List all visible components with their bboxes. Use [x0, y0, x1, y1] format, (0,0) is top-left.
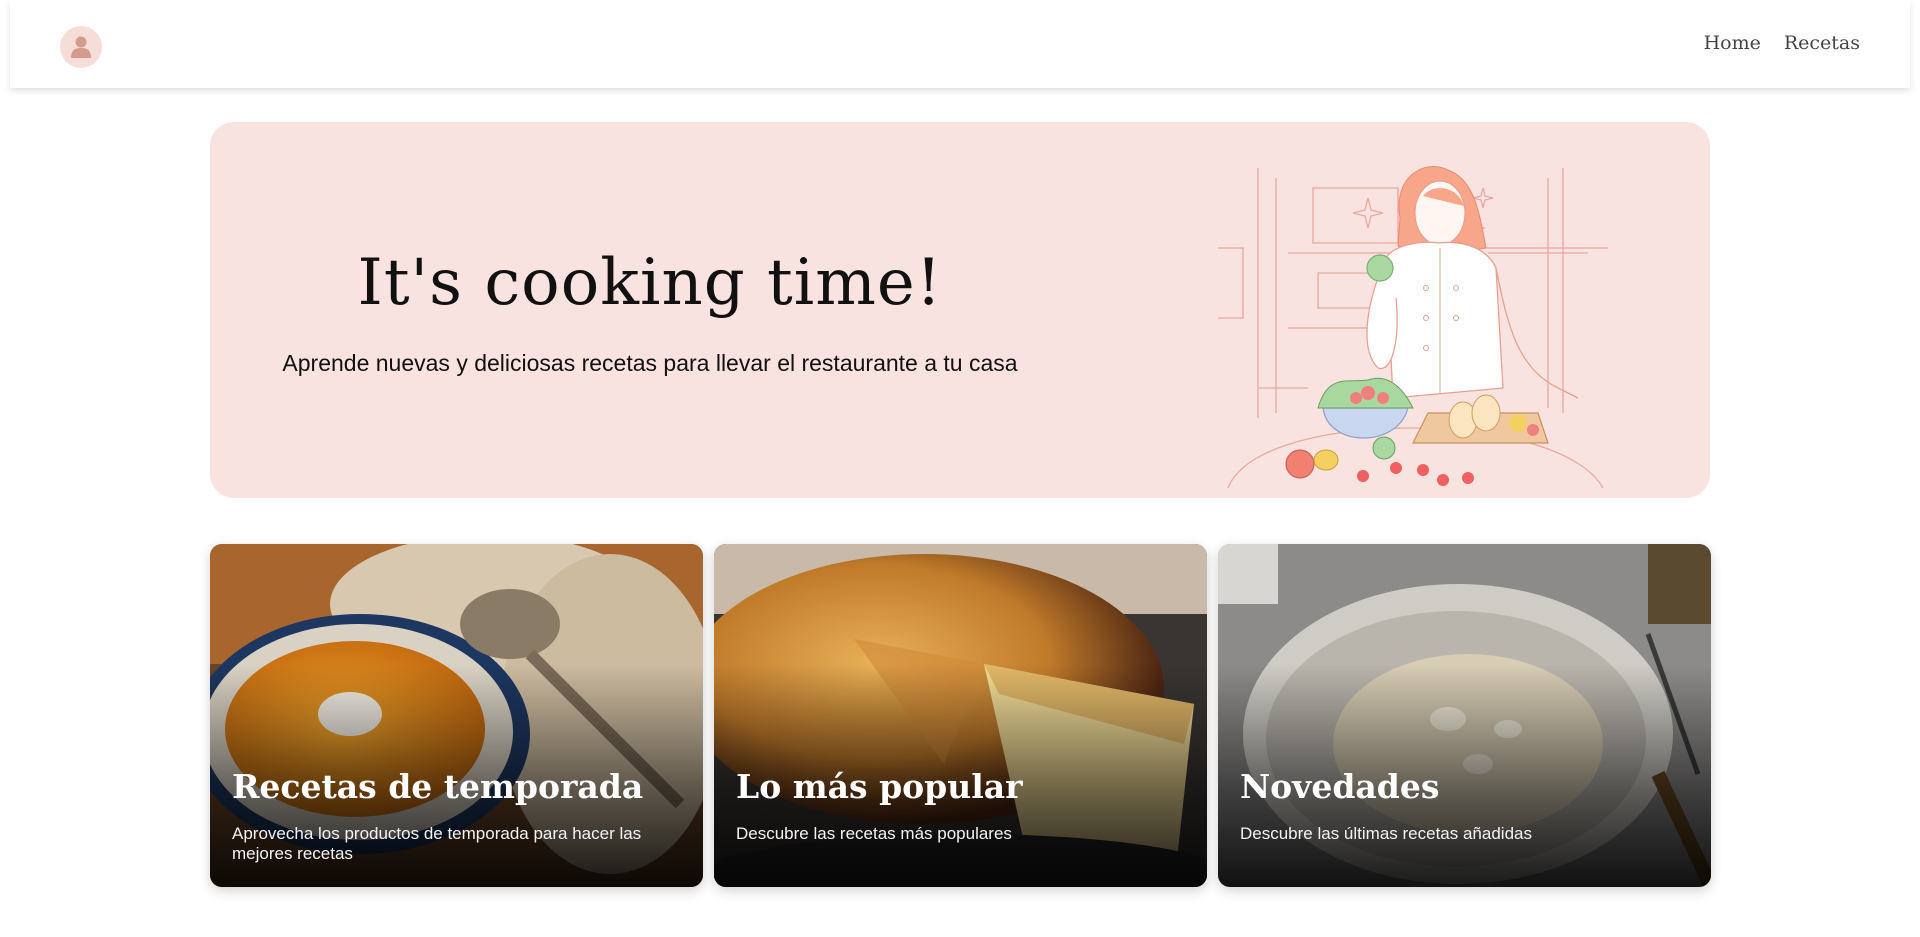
card-novedades[interactable]: Novedades Descubre las últimas recetas a… [1218, 544, 1711, 887]
hero-banner: It's cooking time! Aprende nuevas y deli… [210, 122, 1710, 498]
category-cards: Recetas de temporada Aprovecha los produ… [210, 544, 1711, 887]
navbar: Home Recetas [10, 0, 1910, 88]
card-lo-mas-popular[interactable]: Lo más popular Descubre las recetas más … [714, 544, 1207, 887]
card-recetas-de-temporada[interactable]: Recetas de temporada Aprovecha los produ… [210, 544, 703, 887]
card-title: Recetas de temporada [232, 767, 644, 806]
nav-link-home[interactable]: Home [1704, 32, 1761, 54]
card-description: Descubre las recetas más populares [736, 824, 1012, 843]
hero-title: It's cooking time! [357, 246, 943, 320]
card-title: Lo más popular [736, 767, 1023, 806]
card-description: Aprovecha los productos de temporada par… [232, 824, 642, 863]
card-description: Descubre las últimas recetas añadidas [1240, 824, 1532, 843]
nav-link-recetas[interactable]: Recetas [1784, 32, 1860, 54]
hero-subtitle: Aprende nuevas y deliciosas recetas para… [282, 350, 1018, 376]
main-nav: Home Recetas [1704, 32, 1860, 54]
chef-illustration [1218, 166, 1608, 489]
card-title: Novedades [1240, 767, 1440, 806]
user-icon [71, 36, 91, 58]
user-avatar[interactable] [60, 26, 102, 68]
